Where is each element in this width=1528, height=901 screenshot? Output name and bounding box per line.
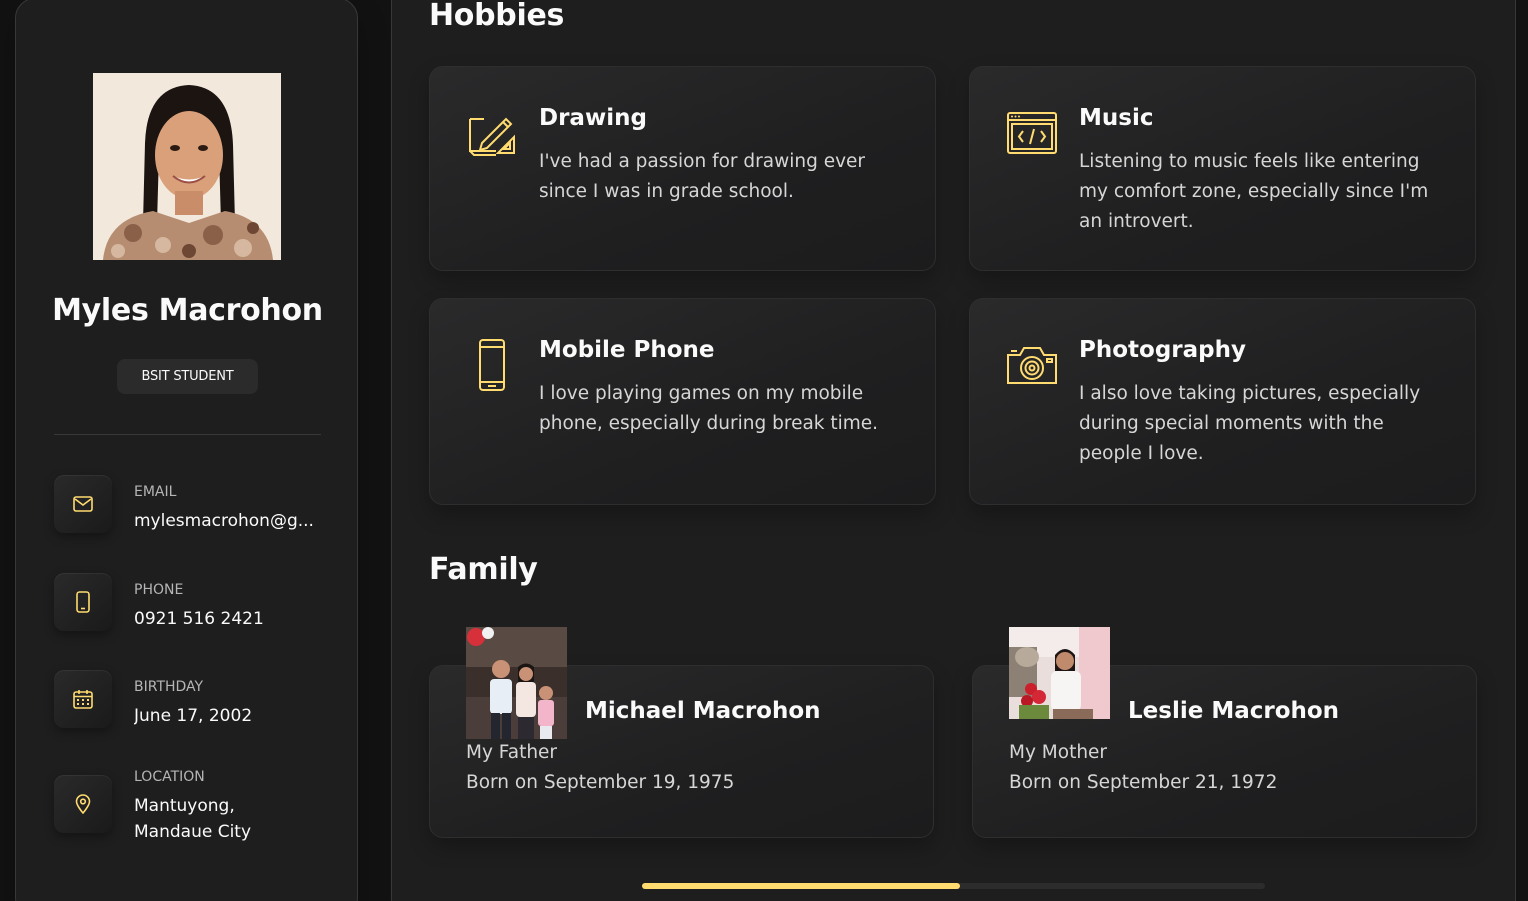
- mother-name: Leslie Macrohon: [1128, 698, 1340, 724]
- contact-location: LOCATION Mantuyong, Mandaue City: [54, 765, 334, 845]
- scrollbar-thumb[interactable]: [642, 883, 960, 889]
- hobby-text: Listening to music feels like entering m…: [1079, 151, 1429, 232]
- hobby-text: I love playing games on my mobile phone,…: [539, 383, 879, 434]
- phone-label: PHONE: [134, 582, 184, 598]
- location-value: Mantuyong, Mandaue City: [134, 796, 252, 842]
- camera-icon: [1007, 347, 1057, 384]
- hobby-title: Photography: [1079, 337, 1246, 363]
- hobby-title: Mobile Phone: [539, 337, 715, 363]
- birthday-label: BIRTHDAY: [134, 679, 204, 695]
- avatar: [93, 73, 281, 260]
- horizontal-scrollbar[interactable]: [642, 883, 1265, 889]
- hobby-text: I've had a passion for drawing ever sinc…: [539, 151, 866, 202]
- hobby-title: Drawing: [539, 105, 647, 131]
- hobby-card-music: Music Listening to music feels like ente…: [969, 66, 1476, 271]
- hobby-title: Music: [1079, 105, 1154, 131]
- calendar-icon: [54, 670, 112, 728]
- hobby-text: I also love taking pictures, especially …: [1079, 383, 1421, 464]
- phone-icon: [54, 573, 112, 631]
- father-name: Michael Macrohon: [585, 698, 821, 724]
- title-badge: BSIT STUDENT: [117, 359, 258, 394]
- window-edge: [0, 0, 15, 901]
- contact-email: EMAIL mylesmacrohon@g...: [54, 475, 334, 535]
- location-pin-icon: [54, 775, 112, 833]
- father-photo: [466, 627, 567, 739]
- contact-phone: PHONE 0921 516 2421: [54, 573, 334, 633]
- code-window-icon: [1007, 112, 1057, 154]
- contact-birthday: BIRTHDAY June 17, 2002: [54, 670, 334, 730]
- father-born: Born on September 19, 1975: [466, 772, 735, 793]
- email-link[interactable]: mylesmacrohon@g...: [134, 508, 334, 534]
- phone-link[interactable]: 0921 516 2421: [134, 606, 334, 632]
- location-label: LOCATION: [134, 769, 205, 785]
- mother-born: Born on September 21, 1972: [1009, 772, 1278, 793]
- family-heading: Family: [429, 552, 538, 587]
- email-label: EMAIL: [134, 484, 177, 500]
- birthday-value: June 17, 2002: [134, 706, 253, 726]
- profile-name: Myles Macrohon: [52, 293, 323, 328]
- separator: [54, 434, 321, 435]
- hobby-card-photography: Photography I also love taking pictures,…: [969, 298, 1476, 505]
- mother-photo: [1009, 627, 1110, 719]
- hobbies-heading: Hobbies: [429, 0, 565, 33]
- mobile-phone-icon: [479, 339, 505, 391]
- hobby-card-mobile-phone: Mobile Phone I love playing games on my …: [429, 298, 936, 505]
- profile-sidebar: Myles Macrohon BSIT STUDENT EMAIL mylesm…: [15, 0, 358, 901]
- mother-relation: My Mother: [1009, 742, 1108, 763]
- hobby-card-drawing: Drawing I've had a passion for drawing e…: [429, 66, 936, 271]
- father-relation: My Father: [466, 742, 558, 763]
- avatar-photo: [93, 73, 281, 260]
- drawing-icon: [469, 117, 515, 156]
- mail-icon: [54, 475, 112, 533]
